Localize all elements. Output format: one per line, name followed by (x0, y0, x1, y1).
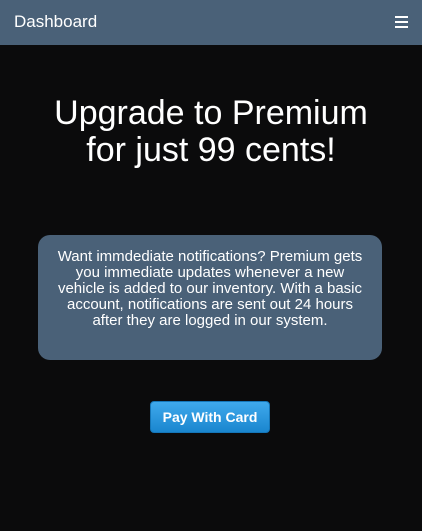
premium-description: Want immdediate notifications? Premium g… (57, 248, 363, 329)
menu-button[interactable] (392, 11, 410, 33)
premium-info-card: Want immdediate notifications? Premium g… (38, 235, 382, 360)
pay-with-card-button[interactable]: Pay With Card (150, 401, 270, 433)
headline-line-2: for just 99 cents! (86, 131, 336, 169)
hamburger-menu-icon (394, 16, 408, 28)
top-navbar: Dashboard (0, 0, 422, 45)
app-title: Dashboard (14, 12, 98, 31)
page-headline: Upgrade to Premium for just 99 cents! (20, 95, 402, 169)
headline-line-1: Upgrade to Premium (54, 94, 368, 132)
